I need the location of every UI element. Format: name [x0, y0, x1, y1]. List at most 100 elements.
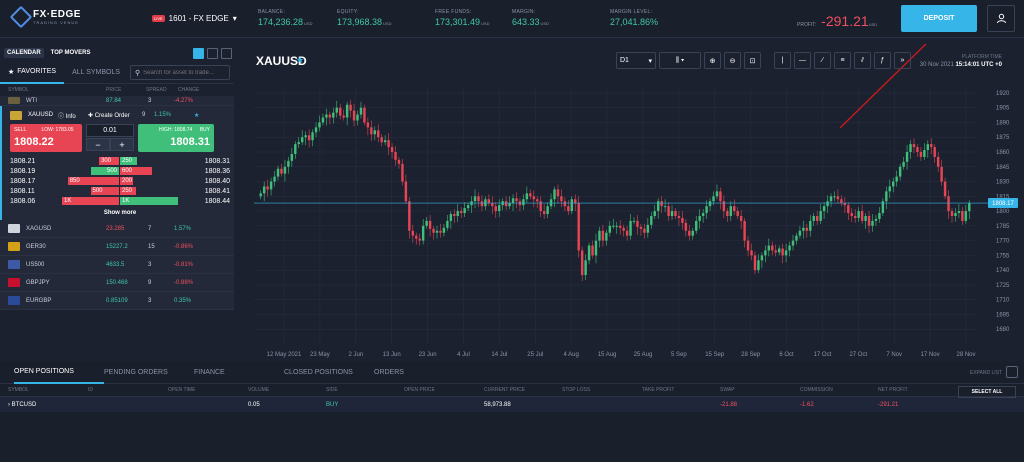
candle — [712, 196, 715, 202]
favorite-star-icon[interactable]: ★ — [194, 112, 199, 119]
info-button[interactable]: ⓘ Info — [58, 111, 88, 120]
trend-line-icon[interactable]: ∕ — [814, 52, 831, 69]
candle — [605, 232, 608, 241]
show-more-button[interactable]: Show more — [10, 210, 230, 216]
parallel-lines-icon[interactable]: ⫽ — [854, 52, 871, 69]
col-price: PRICE — [106, 87, 122, 93]
timeframe-select[interactable]: D1 ▾ — [616, 52, 656, 69]
top-movers-tab[interactable]: TOP MOVERS — [48, 48, 94, 58]
vertical-line-icon[interactable]: | — [774, 52, 791, 69]
x-tick-label: 17 Nov — [921, 352, 940, 358]
table-row[interactable]: › BTCUSD 0.05 BUY 58,973.88 -21.88 -1.62… — [0, 397, 1024, 412]
candle — [404, 181, 408, 202]
candle — [670, 211, 674, 216]
candle — [701, 213, 705, 216]
candle — [536, 199, 539, 202]
candle — [332, 112, 335, 118]
col-open-time[interactable]: OPEN TIME — [168, 387, 248, 393]
decrease-button[interactable]: − — [86, 138, 110, 151]
select-all-button[interactable]: SELECT ALL — [958, 386, 1016, 398]
profit-value: -291.21 — [821, 13, 869, 29]
calendar-tab[interactable]: CALENDAR — [4, 48, 44, 58]
list-item[interactable]: XAGUSD 23.285 7 1.57% — [0, 220, 234, 238]
account-selector[interactable]: LIVE 1601 - FX EDGE ▾ — [152, 14, 237, 23]
tab-orders[interactable]: ORDERS — [374, 369, 464, 376]
logo-text: FX·EDGE — [33, 9, 81, 20]
y-tick-label: 1695 — [996, 312, 1010, 318]
buy-label: BUY — [199, 127, 210, 133]
col-open-price[interactable]: OPEN PRICE — [404, 387, 484, 393]
deposit-button[interactable]: DEPOSIT — [901, 5, 977, 32]
list-item[interactable]: GER30 15227.2 15 -0.86% — [0, 238, 234, 256]
list-item[interactable]: GBPJPY 150.468 9 -0.88% — [0, 274, 234, 292]
candle — [504, 201, 508, 207]
create-order-button[interactable]: ✚ Create Order — [88, 112, 142, 119]
expand-icon[interactable] — [1006, 366, 1018, 378]
list-item[interactable]: US500 4633.5 3 -0.81% — [0, 256, 234, 274]
candle — [688, 230, 691, 236]
col-current-price[interactable]: CURRENT PRICE — [484, 387, 562, 393]
col-symbol[interactable]: SYMBOL — [8, 387, 88, 393]
favorite-star-icon[interactable]: ★ — [296, 55, 304, 66]
tab-pending-orders[interactable]: PENDING ORDERS — [104, 369, 194, 376]
layout-view-1-icon[interactable] — [193, 48, 204, 59]
horizontal-line-icon[interactable]: — — [794, 52, 811, 69]
zoom-fit-icon[interactable]: ⊡ — [744, 52, 761, 69]
sell-button[interactable]: SELL LOW: 1783.05 1808.22 — [10, 124, 82, 152]
candle — [532, 196, 535, 200]
col-net-profit[interactable]: NET PROFIT — [878, 387, 938, 393]
all-symbols-tab[interactable]: ALL SYMBOLS — [64, 62, 128, 84]
tab-finance[interactable]: FINANCE — [194, 369, 284, 376]
candle — [290, 153, 294, 161]
candle — [860, 211, 864, 221]
y-tick-label: 1845 — [996, 165, 1010, 171]
x-tick-label: 12 May 2021 — [267, 352, 302, 358]
chart-type-select[interactable]: ⫼ ▾ — [659, 52, 701, 69]
list-item-wti[interactable]: WTI 87.84 3 -4.27% — [0, 96, 234, 106]
col-side[interactable]: SIDE — [326, 387, 404, 393]
col-commission[interactable]: COMMISSION — [800, 387, 878, 393]
user-button[interactable] — [987, 5, 1015, 32]
candle — [632, 220, 636, 222]
candle — [349, 104, 352, 111]
candle — [618, 225, 622, 228]
candle — [456, 211, 459, 216]
candle — [473, 196, 477, 202]
price-chart[interactable]: 1920190518901875186018451830181518001785… — [240, 44, 1024, 362]
account-name: 1601 - FX EDGE — [168, 14, 229, 23]
col-take-profit[interactable]: TAKE PROFIT — [642, 387, 720, 393]
gold-icon — [10, 110, 22, 120]
layout-view-3-icon[interactable] — [221, 48, 232, 59]
forward-icon[interactable]: » — [894, 52, 911, 69]
ask-price: 1808.41 — [204, 187, 230, 195]
candle — [677, 216, 681, 218]
list-item[interactable]: EURGBP 0.85109 3 0.35% — [0, 292, 234, 310]
candle — [653, 211, 656, 216]
candle — [878, 213, 881, 219]
tab-closed-positions[interactable]: CLOSED POSITIONS — [284, 369, 374, 376]
indicators-icon[interactable]: ƒ — [874, 52, 891, 69]
candle — [339, 107, 342, 116]
quantity-input[interactable]: 0.01 — [86, 124, 134, 137]
flag-icon — [8, 260, 20, 269]
col-stop-loss[interactable]: STOP LOSS — [562, 387, 642, 393]
col-id[interactable]: ID — [88, 387, 168, 393]
tab-open-positions[interactable]: OPEN POSITIONS — [14, 362, 104, 384]
balance-stat: BALANCE: 174,236.28USD — [258, 9, 313, 27]
col-volume[interactable]: VOLUME — [248, 387, 326, 393]
candle — [259, 193, 262, 197]
col-swap[interactable]: SWAP — [720, 387, 800, 393]
channel-icon[interactable]: ≡ — [834, 52, 851, 69]
layout-view-2-icon[interactable] — [207, 48, 218, 59]
zoom-in-icon[interactable]: ⊕ — [704, 52, 721, 69]
candle — [943, 181, 947, 197]
search-box: ⚲ — [130, 65, 230, 80]
candle — [498, 205, 501, 212]
zoom-out-icon[interactable]: ⊖ — [724, 52, 741, 69]
increase-button[interactable]: + — [110, 138, 134, 151]
search-input[interactable] — [143, 69, 229, 76]
buy-button[interactable]: HIGH: 1808.74 BUY 1808.31 — [138, 124, 214, 152]
candle — [798, 230, 802, 236]
buy-price: 1808.31 — [170, 136, 210, 148]
favorites-tab[interactable]: ★ FAVORITES — [0, 62, 65, 84]
